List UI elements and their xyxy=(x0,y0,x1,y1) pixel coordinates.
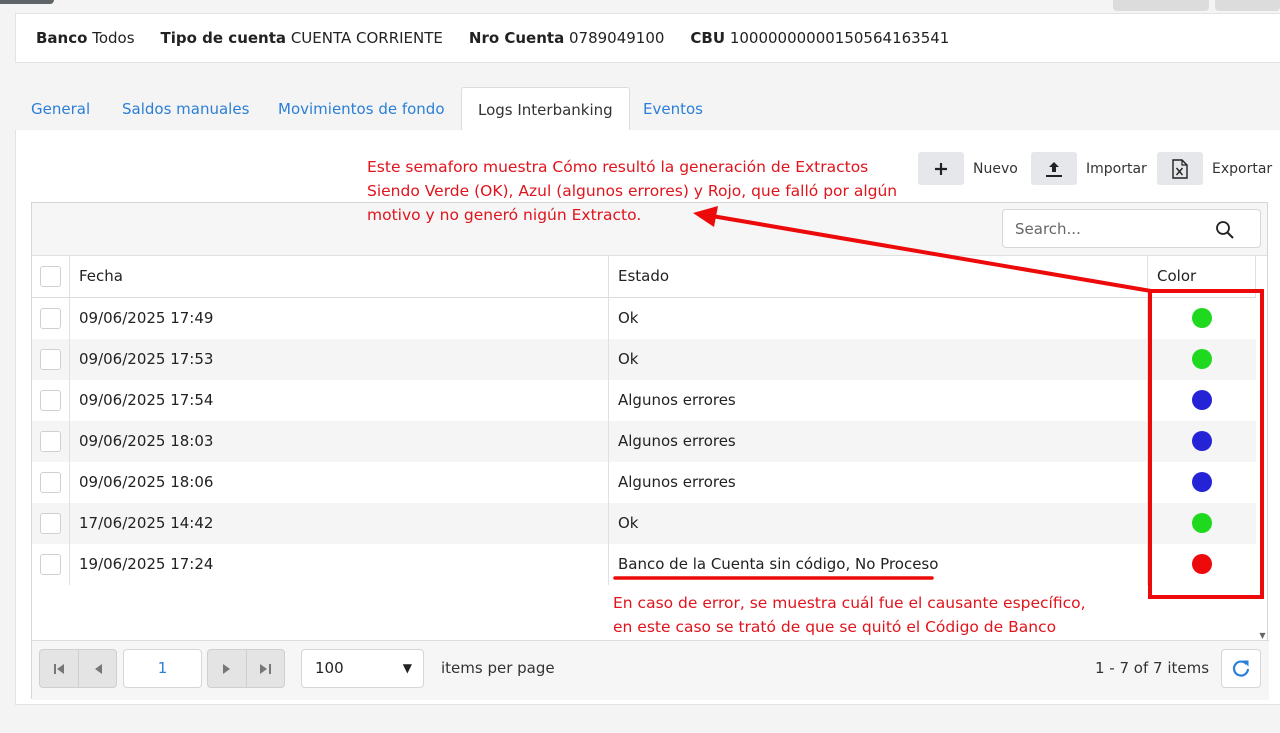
chevron-down-icon: ▼ xyxy=(402,661,412,675)
column-divider xyxy=(1147,256,1148,298)
exportar-button[interactable]: Exportar xyxy=(1157,152,1272,185)
search-icon[interactable] xyxy=(1215,220,1235,240)
tab-movimientos-de-fondo[interactable]: Movimientos de fondo xyxy=(278,87,445,131)
status-color-dot xyxy=(1192,431,1212,451)
table-row[interactable]: 19/06/2025 17:24 Banco de la Cuenta sin … xyxy=(32,544,1256,585)
tipo-cuenta-info: Tipo de cuenta CUENTA CORRIENTE xyxy=(160,29,443,47)
row-checkbox[interactable] xyxy=(40,472,61,493)
refresh-icon xyxy=(1232,659,1250,677)
row-checkbox[interactable] xyxy=(40,308,61,329)
importar-button[interactable]: Importar xyxy=(1031,152,1147,185)
account-info-bar: Banco Todos Tipo de cuenta CUENTA CORRIE… xyxy=(15,13,1280,63)
search-box[interactable] xyxy=(1002,209,1261,248)
pager-next-last xyxy=(207,649,285,688)
estado-cell: Algunos errores xyxy=(618,391,736,409)
status-color-dot xyxy=(1192,513,1212,533)
annotation-semaforo: Este semaforo muestra Cómo resultó la ge… xyxy=(367,158,898,224)
table-row[interactable]: 09/06/2025 18:06 Algunos errores xyxy=(32,462,1256,503)
tab-general[interactable]: General xyxy=(31,87,90,131)
fecha-cell: 19/06/2025 17:24 xyxy=(79,555,214,573)
grid-pager: 1 100 ▼ items per page 1 - 7 of 7 items xyxy=(32,640,1269,700)
annotation-error: En caso de error, se muestra cuál fue el… xyxy=(613,594,1086,636)
cbu-info: CBU 10000000000150564163541 xyxy=(690,29,950,47)
plus-icon xyxy=(918,152,964,185)
last-page-icon[interactable] xyxy=(246,650,284,687)
row-checkbox[interactable] xyxy=(40,554,61,575)
fecha-cell: 09/06/2025 17:54 xyxy=(79,391,214,409)
fecha-cell: 09/06/2025 17:49 xyxy=(79,309,214,327)
column-divider xyxy=(1147,298,1148,585)
refresh-button[interactable] xyxy=(1221,649,1261,688)
column-header-estado[interactable]: Estado xyxy=(618,256,669,297)
items-per-page-label: items per page xyxy=(441,659,555,677)
first-page-icon[interactable] xyxy=(40,650,78,687)
status-color-dot xyxy=(1192,349,1212,369)
estado-cell: Ok xyxy=(618,309,639,327)
status-color-dot xyxy=(1192,554,1212,574)
table-row[interactable]: 09/06/2025 17:53 Ok xyxy=(32,339,1256,380)
table-row[interactable]: 09/06/2025 17:49 Ok xyxy=(32,298,1256,339)
search-input[interactable] xyxy=(1015,218,1205,240)
upload-icon xyxy=(1031,152,1077,185)
status-color-dot xyxy=(1192,390,1212,410)
column-divider xyxy=(69,256,70,298)
fecha-cell: 09/06/2025 18:06 xyxy=(79,473,214,491)
row-checkbox[interactable] xyxy=(40,390,61,411)
nuevo-button[interactable]: Nuevo xyxy=(918,152,1018,185)
importar-label: Importar xyxy=(1086,160,1147,177)
column-header-color[interactable]: Color xyxy=(1157,256,1196,297)
column-divider xyxy=(1255,256,1256,298)
select-all-checkbox[interactable] xyxy=(40,266,61,287)
next-page-icon[interactable] xyxy=(208,650,246,687)
fecha-cell: 17/06/2025 14:42 xyxy=(79,514,214,532)
row-checkbox[interactable] xyxy=(40,431,61,452)
pager-first-prev xyxy=(39,649,117,688)
top-window-edge xyxy=(0,0,54,4)
estado-cell: Algunos errores xyxy=(618,473,736,491)
fecha-cell: 09/06/2025 18:03 xyxy=(79,432,214,450)
nuevo-label: Nuevo xyxy=(973,160,1018,177)
tab-eventos[interactable]: Eventos xyxy=(643,87,703,131)
banco-info: Banco Todos xyxy=(36,29,135,47)
estado-cell: Algunos errores xyxy=(618,432,736,450)
estado-cell: Ok xyxy=(618,350,639,368)
table-row[interactable]: 09/06/2025 17:54 Algunos errores xyxy=(32,380,1256,421)
table-row[interactable]: 09/06/2025 18:03 Algunos errores xyxy=(32,421,1256,462)
row-checkbox[interactable] xyxy=(40,513,61,534)
estado-cell: Banco de la Cuenta sin código, No Proces… xyxy=(618,555,939,573)
top-right-button[interactable] xyxy=(1215,0,1280,11)
table-row[interactable]: 17/06/2025 14:42 Ok xyxy=(32,503,1256,544)
row-checkbox[interactable] xyxy=(40,349,61,370)
column-divider xyxy=(608,298,609,585)
exportar-label: Exportar xyxy=(1212,160,1273,177)
column-header-fecha[interactable]: Fecha xyxy=(79,256,123,297)
top-right-button[interactable] xyxy=(1113,0,1209,11)
status-color-dot xyxy=(1192,472,1212,492)
fecha-cell: 09/06/2025 17:53 xyxy=(79,350,214,368)
page-size-value: 100 xyxy=(315,659,344,677)
estado-cell: Ok xyxy=(618,514,639,532)
pager-info: 1 - 7 of 7 items xyxy=(1095,659,1210,677)
grid-header-row: Fecha Estado Color xyxy=(32,256,1256,298)
tab-logs-interbanking[interactable]: Logs Interbanking xyxy=(461,87,630,132)
page-size-select[interactable]: 100 ▼ xyxy=(301,649,424,688)
column-divider xyxy=(69,298,70,585)
tab-saldos-manuales[interactable]: Saldos manuales xyxy=(122,87,249,131)
prev-page-icon[interactable] xyxy=(78,650,116,687)
excel-file-icon xyxy=(1157,152,1203,185)
nro-cuenta-info: Nro Cuenta 0789049100 xyxy=(468,29,665,47)
page-number-input[interactable]: 1 xyxy=(123,649,202,688)
tabs-bar: General Saldos manuales Movimientos de f… xyxy=(15,87,1280,132)
column-divider xyxy=(608,256,609,298)
status-color-dot xyxy=(1192,308,1212,328)
